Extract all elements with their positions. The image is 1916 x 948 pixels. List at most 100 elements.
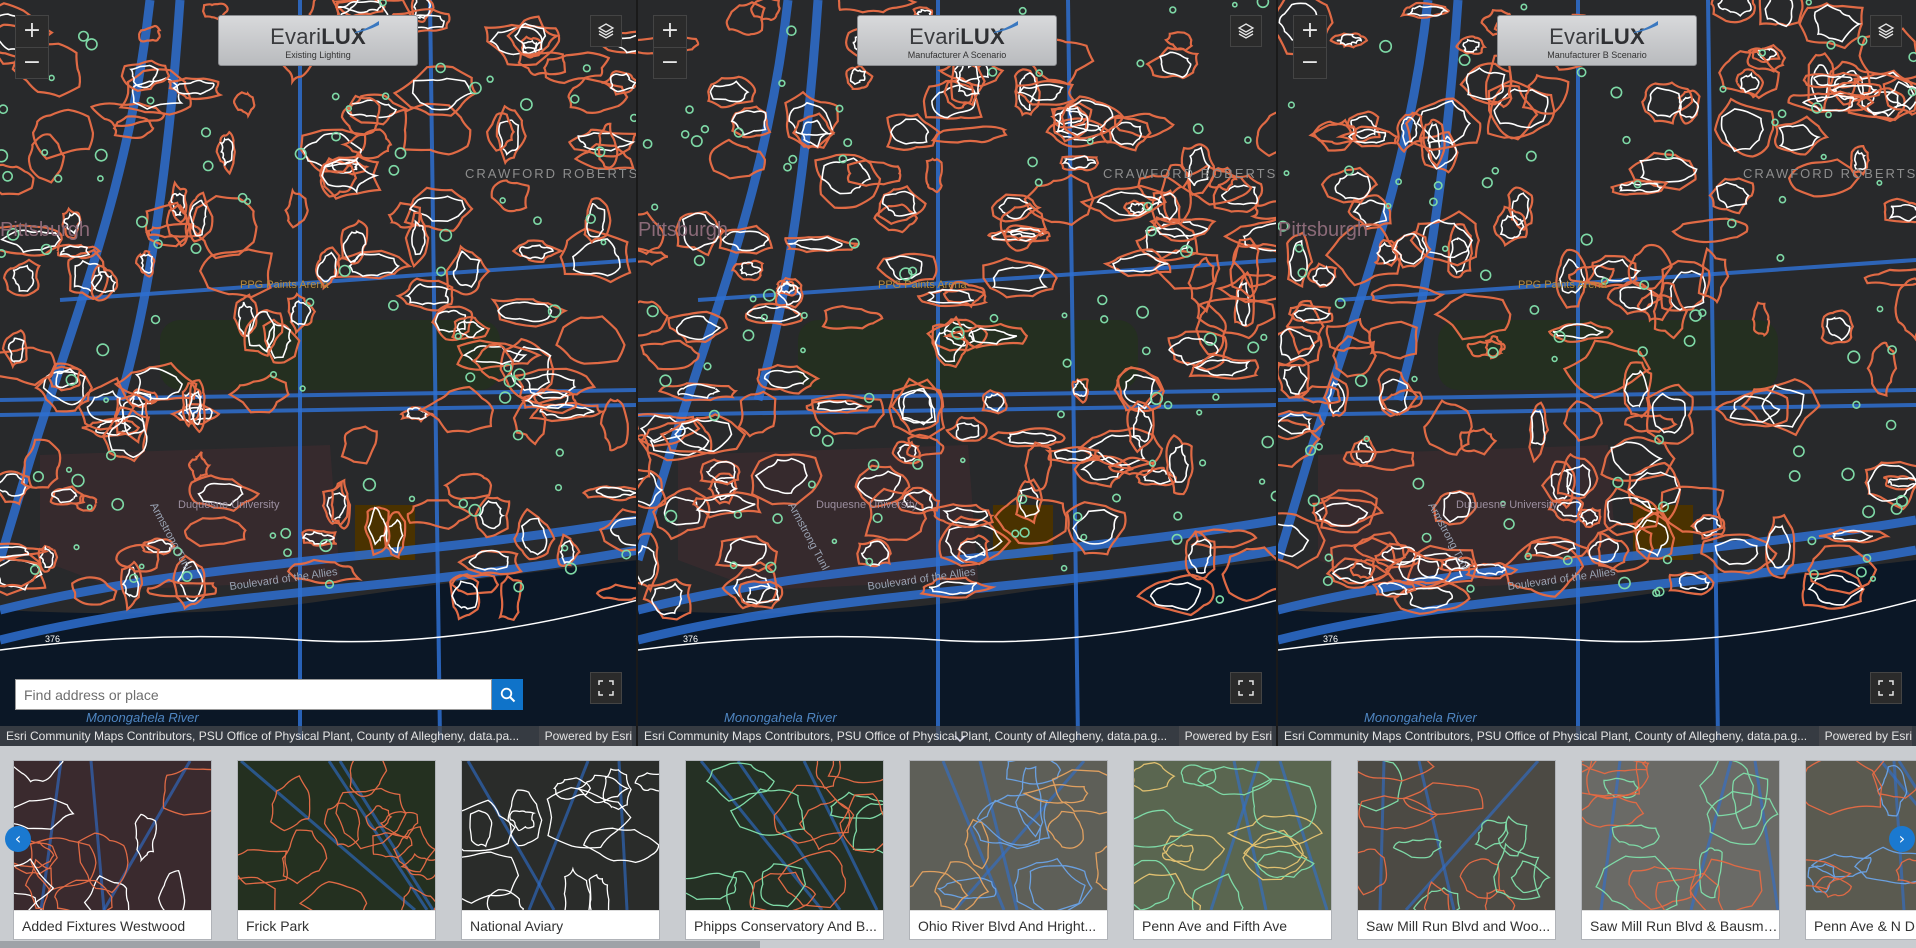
logo-swoosh-icon (355, 21, 379, 33)
map-label-river: Monongahela River (724, 710, 837, 725)
bookmark-thumbnail (1582, 761, 1779, 910)
logo-wordmark-light: Evari (1549, 24, 1601, 49)
bookmark-thumbnail (462, 761, 659, 910)
map-label-city: Pittsburgh (0, 219, 90, 241)
search-input[interactable] (15, 679, 492, 710)
bookmark-label: Penn Ave & N D... (1806, 910, 1916, 940)
bookmark-thumbnail (910, 761, 1107, 910)
bookmark-label: Phipps Conservatory And B... (686, 910, 883, 940)
map-label-university: Duquesne University (178, 499, 280, 511)
zoom-out-button[interactable]: − (1294, 46, 1326, 78)
bookmark-card[interactable]: Penn Ave and Fifth Ave (1133, 760, 1332, 940)
lighting-contour-map[interactable]: Pittsburgh PPG Paints Arena Duquesne Unive… (1278, 0, 1916, 746)
map-label-arena: PPG Paints Arena (240, 279, 330, 291)
map-label-city: Pittsburgh (638, 219, 728, 241)
map-attribution: Esri Community Maps Contributors, PSU Of… (0, 726, 636, 746)
search-button[interactable] (492, 679, 523, 710)
powered-by-esri[interactable]: Powered by Esri (1818, 726, 1912, 746)
lighting-contour-map[interactable]: Pittsburgh PPG Paints Arena Duquesne Unive… (638, 0, 1278, 746)
expand-icon (1878, 680, 1894, 696)
bookmark-card[interactable]: National Aviary (461, 760, 660, 940)
map-view-1[interactable]: Pittsburgh PPG Paints Arena Duquesne Unive… (0, 0, 638, 746)
map-label-district: CRAWFORD ROBERTS (465, 166, 638, 181)
bookmark-label: Ohio River Blvd And Hright... (910, 910, 1107, 940)
map-label-university: Duquesne University (816, 499, 918, 511)
powered-by-esri[interactable]: Powered by Esri (1178, 726, 1272, 746)
bookmark-label: Saw Mill Run Blvd & Bausma... (1582, 910, 1779, 940)
zoom-out-button[interactable]: − (16, 46, 48, 78)
map-label-arena: PPG Paints Arena (878, 279, 968, 291)
bookmark-card[interactable]: Saw Mill Run Blvd & Bausma... (1581, 760, 1780, 940)
zoom-in-button[interactable]: + (1294, 16, 1326, 47)
evarilux-logo: EvariLUX Manufacturer A Scenario (857, 15, 1057, 66)
bookmark-label: Penn Ave and Fifth Ave (1134, 910, 1331, 940)
scenario-label: Existing Lighting (285, 50, 351, 60)
bookmark-thumbnail (686, 761, 883, 910)
horizontal-scrollbar[interactable] (0, 941, 760, 948)
scenario-label: Manufacturer A Scenario (907, 50, 1007, 60)
layers-icon (1877, 23, 1895, 39)
logo-wordmark: EvariLUX (858, 26, 1056, 48)
logo-wordmark-light: Evari (909, 24, 961, 49)
carousel-next-button[interactable]: › (1889, 826, 1915, 852)
evarilux-logo: EvariLUX Manufacturer B Scenario (1497, 15, 1697, 66)
university-campus-area (678, 445, 978, 590)
bookmark-thumbnail (1358, 761, 1555, 910)
map-label-route: 376 (45, 634, 60, 644)
scenario-label: Manufacturer B Scenario (1547, 50, 1647, 60)
map-label-route: 376 (683, 634, 698, 644)
layers-icon (597, 23, 615, 39)
map-label-district: CRAWFORD ROBERTS (1743, 166, 1916, 181)
map-label-district: CRAWFORD ROBERTS (1103, 166, 1277, 181)
search-widget (15, 679, 523, 710)
zoom-in-button[interactable]: + (654, 16, 686, 47)
bookmark-card[interactable]: Saw Mill Run Blvd and Woo... (1357, 760, 1556, 940)
bookmark-label: Frick Park (238, 910, 435, 940)
lighting-contour-map[interactable]: Pittsburgh PPG Paints Arena Duquesne Unive… (0, 0, 638, 746)
zoom-in-button[interactable]: + (16, 16, 48, 47)
bookmark-thumbnail (14, 761, 211, 910)
logo-wordmark: EvariLUX (219, 26, 417, 48)
layer-list-button[interactable] (1230, 15, 1262, 47)
bookmark-card[interactable]: Added Fixtures Westwood (13, 760, 212, 940)
bookmark-card[interactable]: Ohio River Blvd And Hright... (909, 760, 1108, 940)
map-attribution: Esri Community Maps Contributors, PSU Of… (1278, 726, 1916, 746)
bookmark-label: Saw Mill Run Blvd and Woo... (1358, 910, 1555, 940)
attribution-text: Esri Community Maps Contributors, PSU Of… (644, 729, 1168, 743)
evarilux-logo: EvariLUX Existing Lighting (218, 15, 418, 66)
expand-icon (598, 680, 614, 696)
map-label-arena: PPG Paints Arena (1518, 279, 1608, 291)
fullscreen-button[interactable] (1870, 672, 1902, 704)
bookmark-carousel: Added Fixtures Westwood Frick Park Nationa… (0, 746, 1916, 948)
map-label-university: Duquesne University (1456, 499, 1558, 511)
bookmark-label: National Aviary (462, 910, 659, 940)
chevron-down-icon (954, 735, 966, 743)
bookmark-label: Added Fixtures Westwood (14, 910, 211, 940)
attribution-text: Esri Community Maps Contributors, PSU Of… (1284, 729, 1808, 743)
map-view-2[interactable]: Pittsburgh PPG Paints Arena Duquesne Unive… (638, 0, 1278, 746)
expand-icon (1238, 680, 1254, 696)
powered-by-esri[interactable]: Powered by Esri (538, 726, 632, 746)
bookmark-thumbnail (238, 761, 435, 910)
bookmark-thumbnail (1134, 761, 1331, 910)
map-label-city: Pittsburgh (1278, 219, 1368, 241)
logo-swoosh-icon (1634, 21, 1658, 33)
logo-wordmark: EvariLUX (1498, 26, 1696, 48)
bookmark-card[interactable]: Phipps Conservatory And B... (685, 760, 884, 940)
zoom-control: + − (1293, 15, 1327, 79)
carousel-prev-button[interactable]: ‹ (5, 826, 31, 852)
collapse-carousel-toggle[interactable] (949, 732, 971, 746)
layer-list-button[interactable] (590, 15, 622, 47)
zoom-out-button[interactable]: − (654, 46, 686, 78)
layer-list-button[interactable] (1870, 15, 1902, 47)
bookmark-card[interactable]: Frick Park (237, 760, 436, 940)
fullscreen-button[interactable] (1230, 672, 1262, 704)
map-label-river: Monongahela River (86, 710, 199, 725)
map-view-3[interactable]: Pittsburgh PPG Paints Arena Duquesne Unive… (1278, 0, 1916, 746)
park-area (160, 320, 500, 390)
logo-swoosh-icon (994, 21, 1018, 33)
logo-wordmark-light: Evari (270, 24, 322, 49)
fullscreen-button[interactable] (590, 672, 622, 704)
zoom-control: + − (15, 15, 49, 79)
carousel-cards: Added Fixtures Westwood Frick Park Nationa… (13, 760, 1916, 940)
